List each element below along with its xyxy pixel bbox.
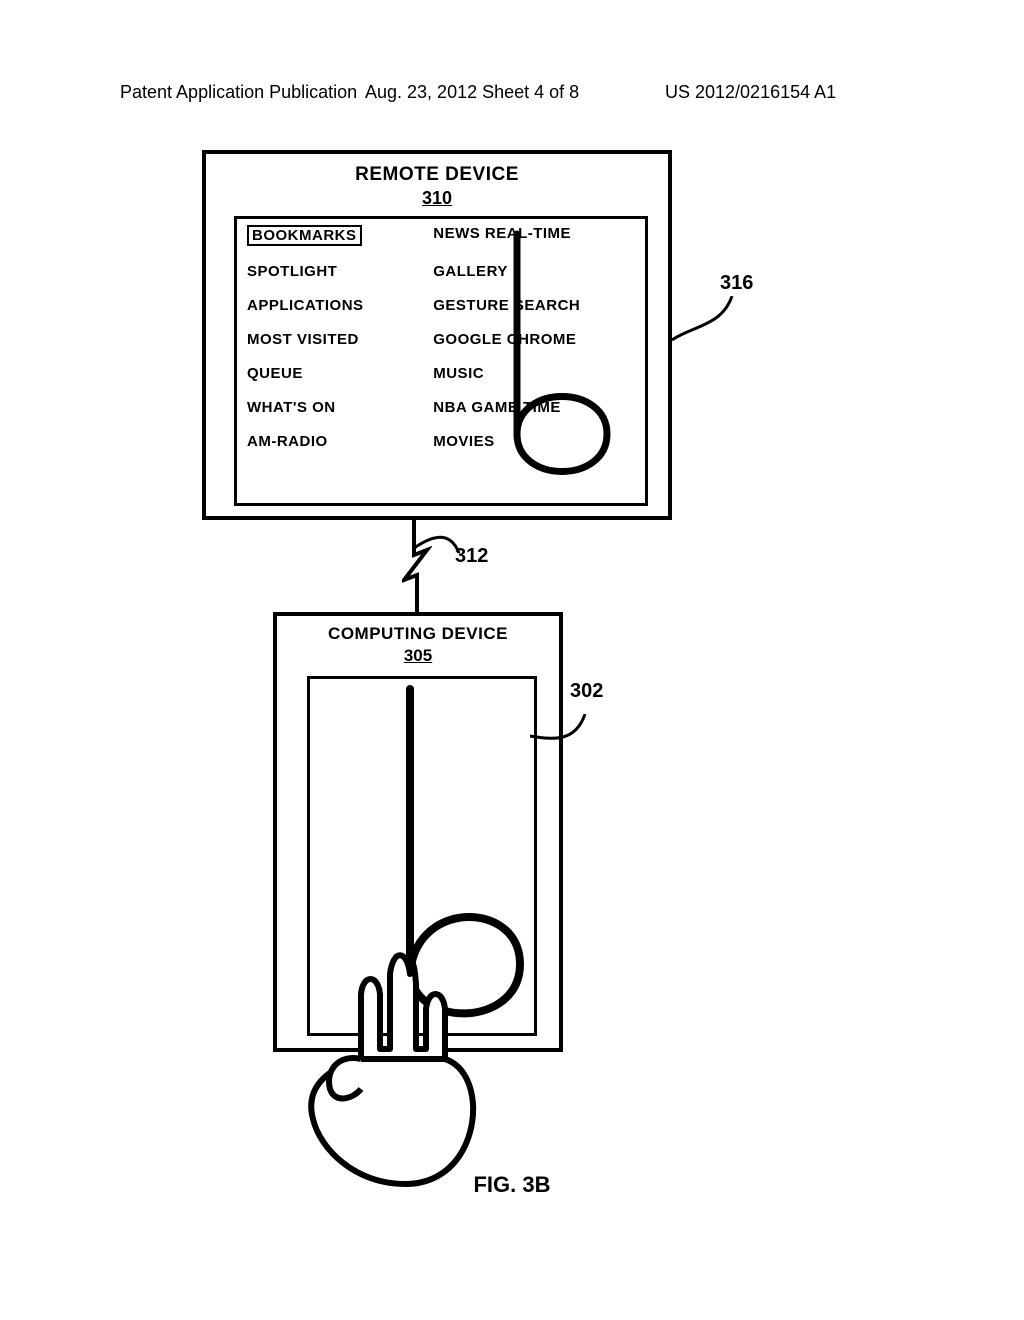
menu-item-mostvisited[interactable]: MOST VISITED (247, 331, 359, 348)
remote-device-title: REMOTE DEVICE (206, 164, 668, 186)
header-pubnum: US 2012/0216154 A1 (665, 82, 836, 103)
menu-item-applications[interactable]: APPLICATIONS (247, 297, 364, 314)
header-publication: Patent Application Publication (120, 82, 357, 103)
gesture-stroke-remote (457, 234, 627, 494)
remote-device-ref: 310 (206, 188, 668, 209)
menu-item-spotlight[interactable]: SPOTLIGHT (247, 263, 337, 280)
menu-item-whatson[interactable]: WHAT'S ON (247, 399, 336, 416)
leader-312 (414, 518, 469, 558)
callout-316: 316 (720, 272, 753, 295)
figure-label: FIG. 3B (0, 1172, 1024, 1198)
remote-menu-panel: BOOKMARKS NEWS REAL-TIME SPOTLIGHT GALLE… (234, 216, 648, 506)
menu-item-bookmarks[interactable]: BOOKMARKS (247, 225, 362, 246)
menu-item-amradio[interactable]: AM-RADIO (247, 433, 328, 450)
menu-item-queue[interactable]: QUEUE (247, 365, 303, 382)
callout-302: 302 (570, 680, 603, 703)
hand-icon (295, 939, 515, 1199)
remote-device-box: REMOTE DEVICE 310 BOOKMARKS NEWS REAL-TI… (202, 150, 672, 520)
leader-316 (672, 296, 742, 341)
header-date-sheet: Aug. 23, 2012 Sheet 4 of 8 (365, 82, 579, 103)
computing-device-ref: 305 (277, 646, 559, 666)
touchscreen[interactable] (307, 676, 537, 1036)
leader-302 (530, 714, 590, 764)
computing-device-title: COMPUTING DEVICE (277, 624, 559, 644)
computing-device-box: COMPUTING DEVICE 305 (273, 612, 563, 1052)
